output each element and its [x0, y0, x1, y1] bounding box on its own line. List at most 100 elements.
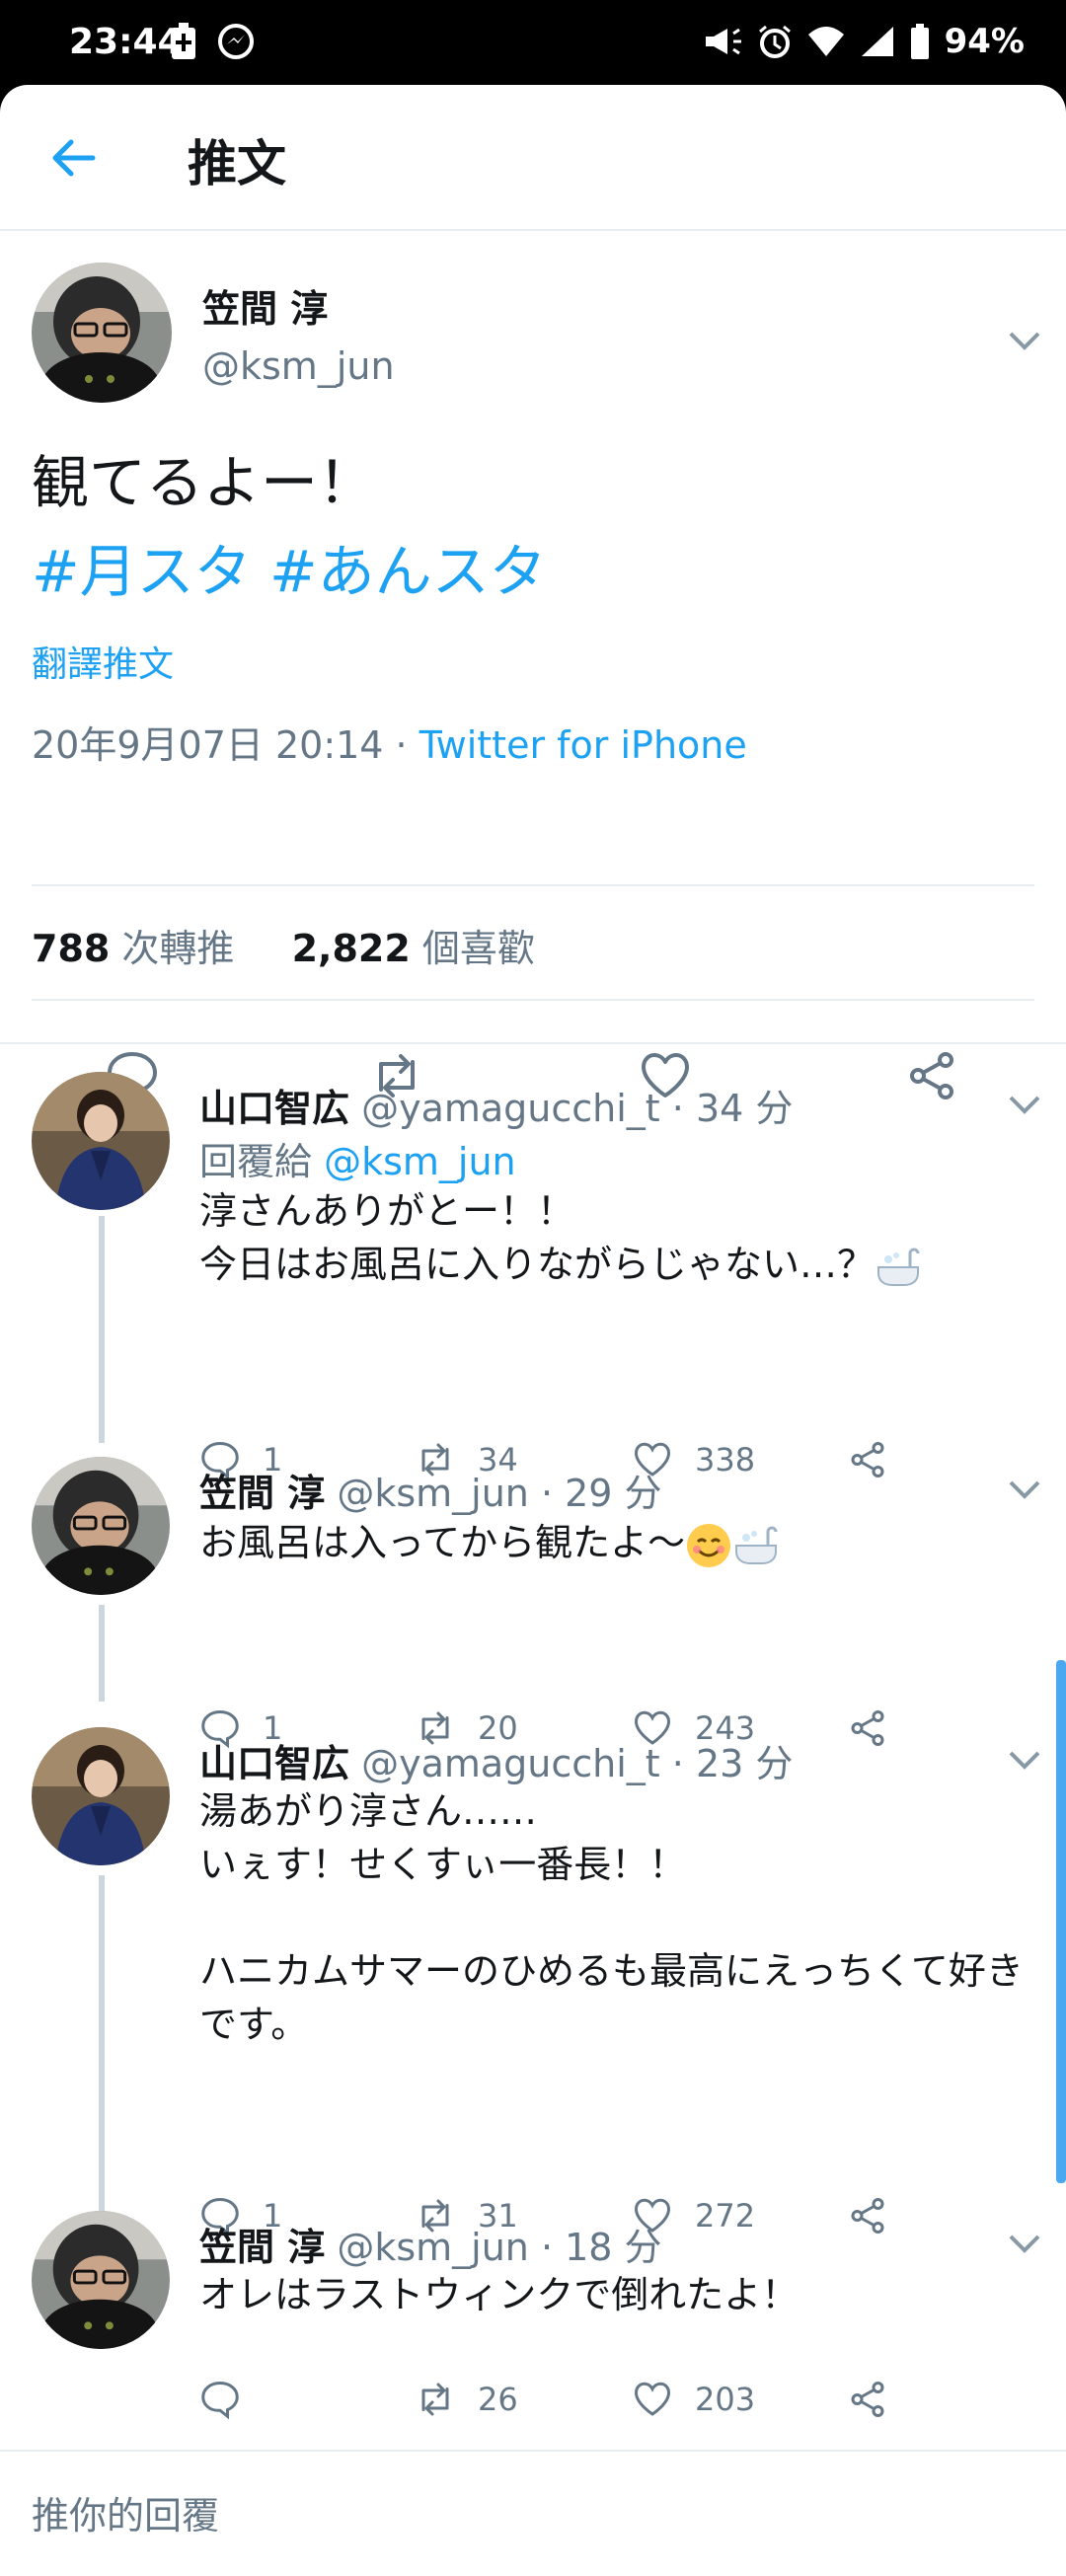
thread-connector — [99, 1216, 105, 1443]
divider — [0, 1042, 1066, 1044]
like-action[interactable]: 203 — [632, 2379, 755, 2420]
author-name[interactable]: 笠間 淳 — [199, 2226, 325, 2269]
hashtag-row: #月スタ #あんスタ — [32, 527, 547, 616]
author-handle[interactable]: @ksm_jun — [202, 344, 395, 388]
signal-icon — [861, 27, 893, 56]
retweet-icon — [421, 2383, 449, 2416]
avatar-image — [32, 1072, 170, 1210]
status-bar: 23:44 94% — [0, 0, 1066, 85]
avatar[interactable] — [32, 1072, 170, 1210]
smiling-face-emoji-icon — [687, 1523, 731, 1567]
app-screen: 推文 笠間 淳 @ksm_jun 観てるよー！ #月スタ #あんスタ 翻譯推文 … — [0, 85, 1066, 2576]
author-name[interactable]: 山口智広 — [199, 1087, 349, 1130]
engagement-stats: 788 次轉推 2,822 個喜歡 — [32, 918, 535, 972]
reply-header: 山口智広 @yamagucchi_t · 34 分 — [199, 1078, 793, 1132]
share-action[interactable] — [847, 2379, 888, 2420]
avatar[interactable] — [32, 1457, 170, 1595]
avatar[interactable] — [32, 263, 172, 403]
reply-actions: 26 203 — [199, 2379, 950, 2428]
author-name[interactable]: 笠間 淳 — [202, 278, 328, 333]
source-link[interactable]: Twitter for iPhone — [419, 723, 747, 767]
like-stat[interactable]: 2,822 個喜歡 — [292, 927, 535, 970]
reply-text-body: 淳さんありがとー！！ 今日はお風呂に入りながらじゃない…？ — [199, 1189, 876, 1286]
reply-text-body: お風呂は入ってから観たよ〜 — [199, 1521, 686, 1564]
retweet-stat[interactable]: 788 次轉推 — [32, 927, 234, 970]
top-app-bar: 推文 — [0, 85, 1066, 231]
share-action[interactable] — [847, 2195, 888, 2236]
chevron-down-icon[interactable] — [1007, 330, 1042, 353]
avatar-image — [32, 263, 172, 403]
like-count: 272 — [695, 2197, 756, 2235]
messenger-icon — [218, 24, 254, 59]
bathtub-emoji-icon — [877, 1248, 920, 1286]
avatar-image — [32, 1457, 170, 1595]
author-name[interactable]: 山口智広 — [199, 1742, 349, 1785]
tweet-text: 観てるよー！ #月スタ #あんスタ — [32, 438, 547, 616]
status-left-icons — [170, 22, 255, 61]
reply-meta: @ksm_jun · 18 分 — [325, 2226, 662, 2269]
retweet-count: 26 — [478, 2381, 518, 2418]
share-icon — [851, 1442, 884, 1477]
status-time: 23:44 — [69, 22, 183, 62]
divider — [32, 999, 1034, 1001]
alarm-icon — [758, 25, 791, 58]
reply-text: 湯あがり淳さん…… いぇす！せくすぃ一番長！！ ハニカムサマーのひめるも最高にえ… — [199, 1789, 1024, 2046]
scrollbar[interactable] — [1056, 1660, 1066, 2183]
retweet-action[interactable]: 26 — [415, 2379, 518, 2420]
retweet-count: 788 — [32, 927, 111, 970]
reply-input[interactable]: 推你的回覆 — [32, 2485, 219, 2539]
like-count: 203 — [695, 2381, 756, 2418]
avatar[interactable] — [32, 1727, 170, 1865]
author-name[interactable]: 笠間 淳 — [199, 1472, 325, 1515]
battery-icon — [910, 24, 929, 59]
hashtag-link[interactable]: #あんスタ — [269, 538, 547, 605]
reply-header: 笠間 淳 @ksm_jun · 18 分 — [199, 2217, 662, 2271]
page-title: 推文 — [188, 135, 286, 192]
reply-meta: @yamagucchi_t · 23 分 — [349, 1742, 794, 1785]
megaphone-icon — [705, 28, 741, 55]
like-icon — [634, 2382, 671, 2416]
battery-percent: 94% — [944, 22, 1025, 61]
thread-connector — [99, 1605, 105, 1702]
share-icon — [851, 1710, 884, 1746]
chevron-down-icon[interactable] — [1007, 2233, 1042, 2256]
reply-composer[interactable]: 推你的回覆 — [0, 2450, 1066, 2576]
reply-to-handle[interactable]: @ksm_jun — [324, 1140, 516, 1183]
reply-meta: @ksm_jun · 29 分 — [325, 1472, 662, 1515]
chevron-down-icon[interactable] — [1007, 1478, 1042, 1502]
share-action[interactable] — [847, 1439, 888, 1480]
share-icon[interactable] — [904, 1048, 959, 1103]
like-count: 2,822 — [291, 927, 411, 970]
reply-header: 山口智広 @yamagucchi_t · 23 分 — [199, 1733, 793, 1787]
avatar[interactable] — [32, 2211, 170, 2349]
share-icon — [851, 2382, 884, 2417]
chevron-down-icon[interactable] — [1007, 1749, 1042, 1773]
like-label: 個喜歡 — [410, 927, 535, 970]
reply-meta: @yamagucchi_t · 34 分 — [349, 1087, 794, 1130]
reply-icon — [201, 2381, 239, 2420]
reply-text: お風呂は入ってから観たよ〜 — [199, 1516, 1038, 1569]
bathtub-emoji-icon — [735, 1526, 778, 1564]
wifi-icon — [807, 27, 844, 56]
reply-header: 笠間 淳 @ksm_jun · 29 分 — [199, 1463, 662, 1517]
reply-to: 回覆給 @ksm_jun — [199, 1131, 516, 1185]
reply-text: オレはラストウィンクで倒れたよ！ — [199, 2273, 800, 2316]
translate-tweet-link[interactable]: 翻譯推文 — [32, 636, 174, 687]
reply-text: 淳さんありがとー！！ 今日はお風呂に入りながらじゃない…？ — [199, 1184, 1038, 1291]
share-action[interactable] — [847, 1707, 888, 1749]
avatar-image — [32, 1727, 170, 1865]
reply-to-label: 回覆給 — [199, 1140, 325, 1183]
hashtag-link[interactable]: #月スタ — [32, 538, 252, 605]
tweet-metadata: 20年9月07日 20:14 · Twitter for iPhone — [32, 715, 747, 769]
chevron-down-icon[interactable] — [1007, 1094, 1042, 1117]
share-icon — [851, 2198, 884, 2234]
back-arrow-icon[interactable] — [47, 132, 99, 184]
battery-saver-icon — [172, 23, 195, 59]
divider — [32, 884, 1034, 886]
reply-action[interactable] — [199, 2379, 263, 2420]
timestamp: 20年9月07日 20:14 · — [32, 723, 419, 767]
status-right-icons: 94% — [704, 22, 1025, 61]
avatar-image — [32, 2211, 170, 2349]
like-count: 338 — [695, 1441, 756, 1478]
tweet-text-line: 観てるよー！ — [32, 449, 376, 516]
